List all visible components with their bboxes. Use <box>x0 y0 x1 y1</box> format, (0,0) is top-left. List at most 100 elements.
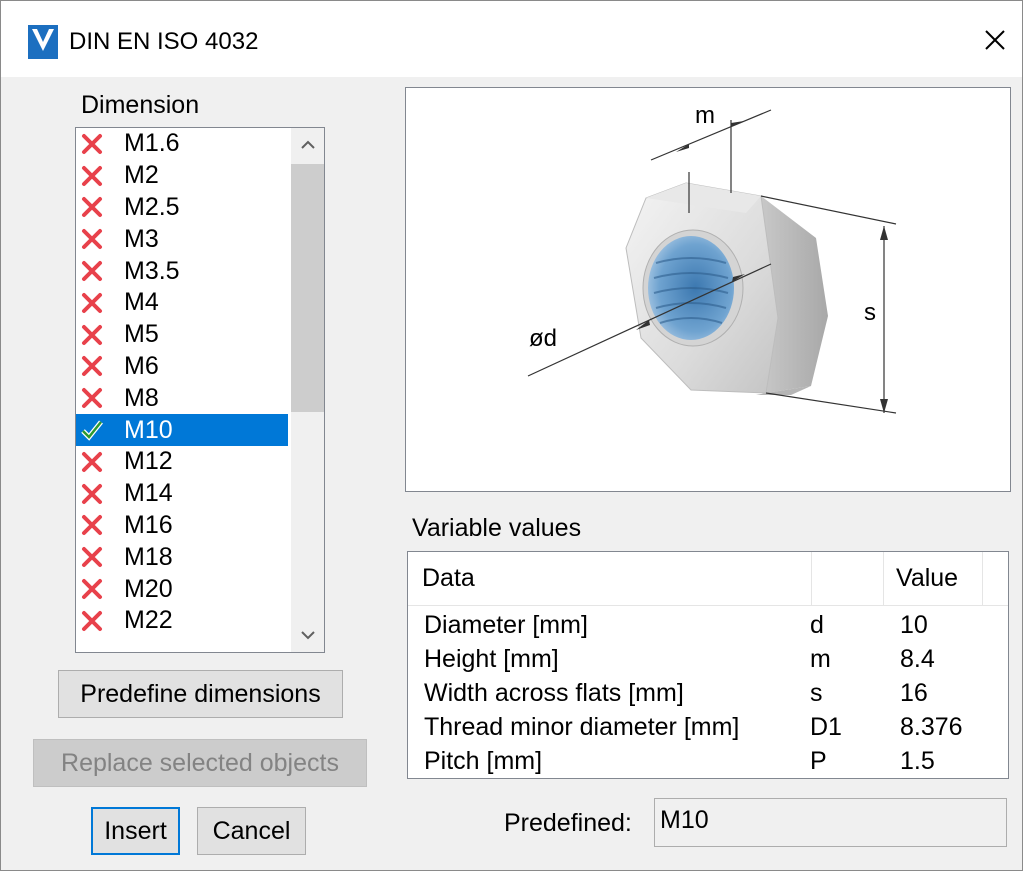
replace-selected-objects-button[interactable]: Replace selected objects <box>33 739 367 787</box>
list-item-label: M3 <box>124 224 159 253</box>
variable-values-table[interactable]: Data Value Diameter [mm] d 10 Height [mm] m 8… <box>407 551 1009 779</box>
list-item-label: M12 <box>124 447 173 476</box>
column-header-filler <box>983 552 1008 606</box>
list-item-label: M20 <box>124 574 173 603</box>
list-item[interactable]: M6 <box>76 351 288 383</box>
cross-icon <box>80 386 104 410</box>
cross-icon <box>80 195 104 219</box>
cell-data: Thread minor diameter [mm] <box>424 713 740 741</box>
table-row[interactable]: Diameter [mm] d 10 <box>408 611 1008 645</box>
cross-icon <box>80 259 104 283</box>
column-header-symbol[interactable] <box>812 552 884 606</box>
cross-icon <box>80 609 104 633</box>
cross-icon <box>80 323 104 347</box>
label-m: m <box>695 102 715 129</box>
predefine-dimensions-button[interactable]: Predefine dimensions <box>58 670 343 718</box>
close-icon <box>985 30 1005 50</box>
list-item[interactable]: M3 <box>76 223 288 255</box>
list-item[interactable]: M1.6 <box>76 128 288 160</box>
list-item[interactable]: M8 <box>76 382 288 414</box>
label-d: ød <box>529 325 557 352</box>
cross-icon <box>80 132 104 156</box>
cross-icon <box>80 482 104 506</box>
cross-icon <box>80 513 104 537</box>
cell-value: 1.5 <box>900 747 935 775</box>
list-item[interactable]: M16 <box>76 510 288 542</box>
list-item[interactable]: M12 <box>76 446 288 478</box>
list-item[interactable]: M20 <box>76 573 288 605</box>
scroll-down-button[interactable] <box>291 618 324 652</box>
list-item[interactable]: M18 <box>76 541 288 573</box>
dialog-window: DIN EN ISO 4032 Dimension M1.6 M2 M2.5 M3 M3… <box>0 0 1023 871</box>
dimension-list: M1.6 M2 M2.5 M3 M3.5 M4 M5 M6 M8 M10 M12 M14 M16 M18 M… <box>76 128 288 637</box>
label-s: s <box>864 299 876 326</box>
list-item-label: M16 <box>124 510 173 539</box>
cross-icon <box>80 354 104 378</box>
list-item[interactable]: M2 <box>76 160 288 192</box>
list-item[interactable]: M14 <box>76 478 288 510</box>
list-item-label: M5 <box>124 320 159 349</box>
cell-value: 8.4 <box>900 645 935 673</box>
window-title: DIN EN ISO 4032 <box>69 28 259 55</box>
scroll-thumb[interactable] <box>291 164 324 412</box>
title-bar: DIN EN ISO 4032 <box>1 1 1022 77</box>
cross-icon <box>80 577 104 601</box>
column-header-value[interactable]: Value <box>884 552 983 606</box>
nut-diagram-panel: m s ød <box>405 87 1011 492</box>
list-item-label: M4 <box>124 288 159 317</box>
cell-symbol: P <box>810 747 827 775</box>
list-scrollbar[interactable] <box>291 128 324 652</box>
chevron-down-icon <box>300 631 315 640</box>
list-item-label: M6 <box>124 351 159 380</box>
cross-icon <box>80 450 104 474</box>
list-item-label: M8 <box>124 383 159 412</box>
list-item[interactable]: M3.5 <box>76 255 288 287</box>
list-item-label: M10 <box>124 415 173 444</box>
list-item-label: M22 <box>124 606 173 635</box>
list-item-label: M2.5 <box>124 192 180 221</box>
checkmark-icon <box>80 418 104 442</box>
s-extension-line-bottom <box>765 392 897 414</box>
list-item-label: M14 <box>124 479 173 508</box>
close-button[interactable] <box>969 15 1021 65</box>
cross-icon <box>80 291 104 315</box>
predefined-field[interactable]: M10 <box>654 798 1007 847</box>
table-row[interactable]: Pitch [mm] P 1.5 <box>408 747 1008 781</box>
cell-symbol: d <box>810 611 824 639</box>
list-item[interactable]: M10 <box>76 414 288 446</box>
scroll-up-button[interactable] <box>291 128 324 162</box>
insert-button[interactable]: Insert <box>91 807 180 855</box>
cancel-button[interactable]: Cancel <box>197 807 306 855</box>
list-item[interactable]: M22 <box>76 605 288 637</box>
chevron-up-icon <box>300 140 315 149</box>
dimension-label: Dimension <box>81 91 200 119</box>
dimension-listbox[interactable]: M1.6 M2 M2.5 M3 M3.5 M4 M5 M6 M8 M10 M12 M14 M16 M18 M… <box>75 127 325 653</box>
cell-value: 8.376 <box>900 713 963 741</box>
cell-symbol: D1 <box>810 713 842 741</box>
cross-icon <box>80 545 104 569</box>
app-logo-icon <box>28 25 58 59</box>
list-item-label: M18 <box>124 542 173 571</box>
cell-data: Diameter [mm] <box>424 611 588 639</box>
hex-nut-diagram: m s ød <box>527 102 897 414</box>
list-item-label: M3.5 <box>124 256 180 285</box>
column-header-data[interactable]: Data <box>408 552 812 606</box>
cell-value: 10 <box>900 611 928 639</box>
cell-symbol: s <box>810 679 823 707</box>
table-row[interactable]: Thread minor diameter [mm] D1 8.376 <box>408 713 1008 747</box>
cross-icon <box>80 227 104 251</box>
list-item[interactable]: M2.5 <box>76 192 288 224</box>
cell-symbol: m <box>810 645 831 673</box>
list-item-label: M1.6 <box>124 129 180 158</box>
cell-data: Width across flats [mm] <box>424 679 684 707</box>
cell-data: Pitch [mm] <box>424 747 543 775</box>
cross-icon <box>80 164 104 188</box>
table-row[interactable]: Width across flats [mm] s 16 <box>408 679 1008 713</box>
list-item-label: M2 <box>124 161 159 190</box>
cell-value: 16 <box>900 679 928 707</box>
table-row[interactable]: Height [mm] m 8.4 <box>408 645 1008 679</box>
list-item[interactable]: M5 <box>76 319 288 351</box>
list-item[interactable]: M4 <box>76 287 288 319</box>
variable-values-label: Variable values <box>412 514 582 542</box>
cell-data: Height [mm] <box>424 645 559 673</box>
